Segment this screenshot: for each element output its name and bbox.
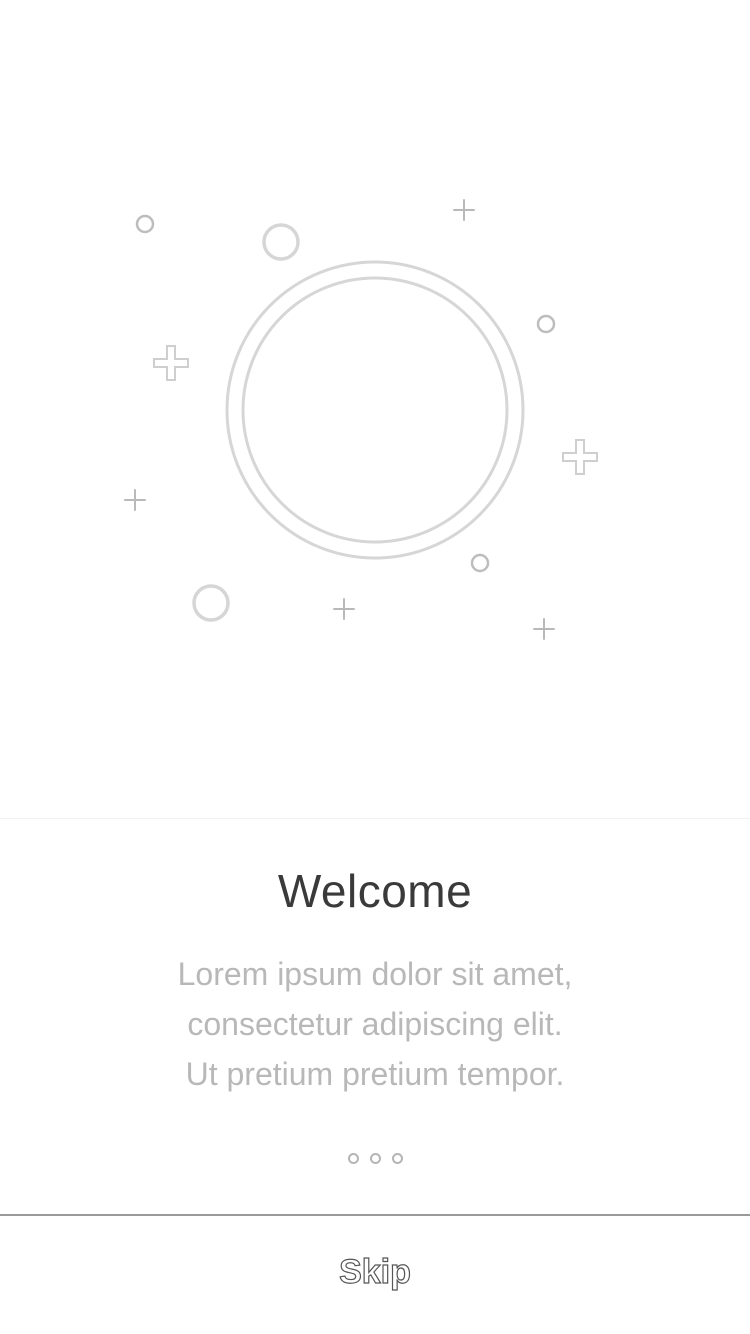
planet-outer-ring — [225, 260, 525, 560]
description-line: Ut pretium pretium tempor. — [185, 1056, 565, 1092]
illustration-area — [0, 0, 750, 819]
plus-sparkle-icon — [153, 345, 189, 381]
skip-button[interactable]: Skip — [0, 1250, 750, 1294]
small-sparkle-icon — [333, 598, 355, 620]
small-sparkle-icon — [453, 199, 475, 221]
medium-circle-icon — [262, 223, 300, 261]
page-dot-1[interactable] — [347, 1153, 359, 1164]
plus-sparkle-icon — [562, 439, 598, 475]
page-title: Welcome — [277, 865, 473, 917]
description-line: Lorem ipsum dolor sit amet, — [177, 956, 573, 992]
planet-inner-ring — [241, 276, 509, 544]
description: Lorem ipsum dolor sit amet, consectetur … — [100, 949, 650, 1099]
small-circle-icon — [536, 314, 556, 334]
page-dot-3[interactable] — [391, 1153, 403, 1164]
footer-bar: Skip — [0, 1216, 750, 1334]
small-circle-icon — [135, 214, 155, 234]
planet-sparkles-illustration — [124, 199, 598, 640]
onboarding-content: Welcome Lorem ipsum dolor sit amet, cons… — [0, 819, 750, 1214]
small-sparkle-icon — [124, 489, 146, 511]
onboarding-screen: Welcome Lorem ipsum dolor sit amet, cons… — [0, 0, 750, 1334]
small-circle-icon — [470, 553, 490, 573]
small-sparkle-icon — [533, 618, 555, 640]
page-dot-2[interactable] — [369, 1153, 381, 1164]
description-line: consectetur adipiscing elit. — [187, 1006, 563, 1042]
medium-circle-icon — [192, 584, 230, 622]
page-indicator — [0, 1153, 750, 1165]
